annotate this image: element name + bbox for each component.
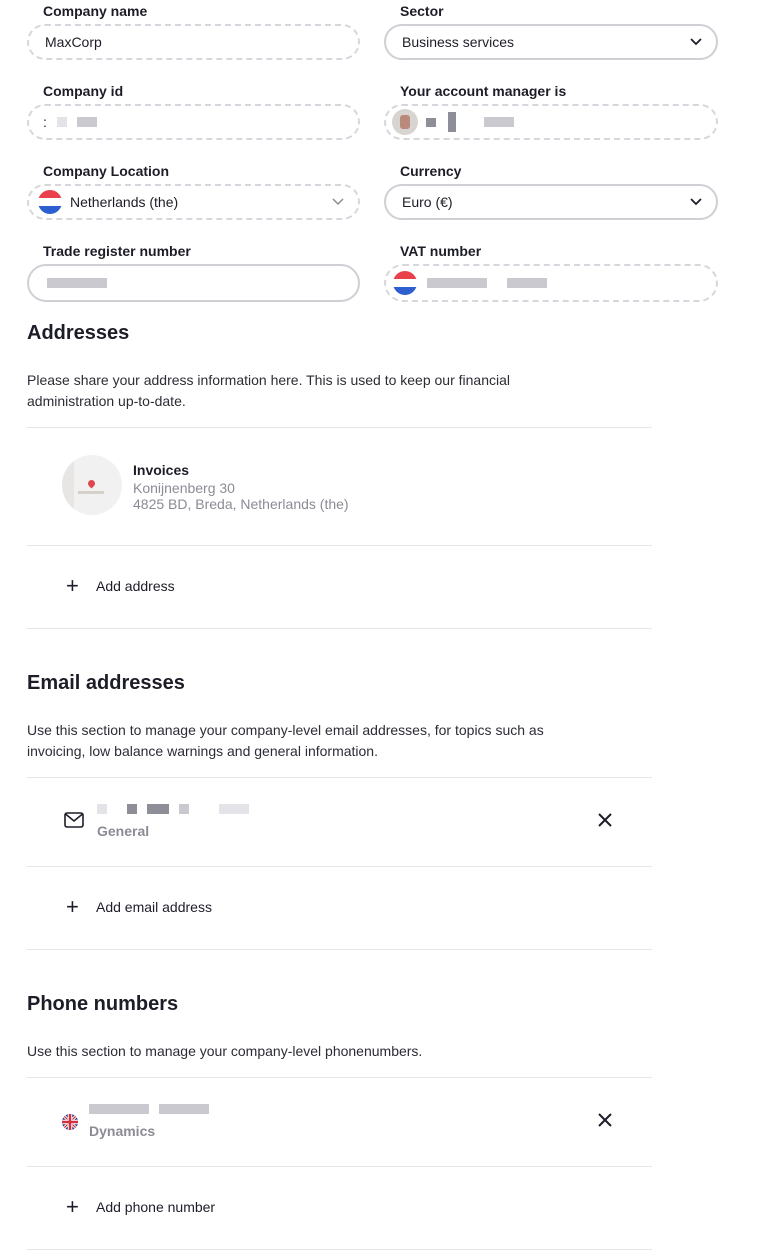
company-id-value: : (43, 114, 47, 130)
phone-numbers-description: Use this section to manage your company-… (27, 1043, 423, 1059)
email-addresses-title: Email addresses (27, 672, 185, 694)
address-line-1: Konijnenberg 30 (133, 480, 235, 496)
company-location-select[interactable]: Netherlands (the) (27, 184, 360, 220)
avatar (392, 109, 418, 135)
map-thumbnail-icon (62, 455, 122, 515)
company-name-label: Company name (43, 3, 148, 19)
close-icon[interactable] (596, 811, 614, 829)
sector-select[interactable]: Business services (384, 24, 718, 60)
netherlands-flag-icon (393, 271, 417, 295)
phone-item: Dynamics (27, 1078, 652, 1166)
add-email-label: Add email address (96, 899, 212, 915)
email-type: General (97, 823, 150, 839)
company-id-label: Company id (43, 83, 124, 99)
redacted-text (484, 117, 514, 127)
plus-icon: + (66, 1194, 79, 1219)
sector-value: Business services (402, 34, 515, 50)
email-addresses-description: Use this section to manage your company-… (27, 722, 544, 759)
redacted-text (448, 112, 456, 132)
divider (27, 545, 652, 546)
mail-icon (64, 812, 84, 828)
plus-icon: + (66, 894, 79, 919)
email-item: General (27, 778, 652, 866)
sector-label: Sector (400, 3, 444, 19)
company-id-field[interactable]: : (27, 104, 360, 140)
redacted-text (427, 278, 487, 288)
chevron-down-icon (690, 38, 702, 46)
address-item[interactable]: Invoices Konijnenberg 30 4825 BD, Breda,… (27, 428, 652, 545)
trade-register-field[interactable] (27, 264, 360, 302)
add-address-button[interactable]: + Add address (66, 573, 175, 598)
redacted-text (47, 278, 107, 288)
vat-number-field[interactable] (384, 264, 718, 302)
chevron-down-icon (690, 198, 702, 206)
phone-numbers-title: Phone numbers (27, 993, 179, 1015)
add-address-label: Add address (96, 578, 175, 594)
netherlands-flag-icon (38, 190, 62, 214)
redacted-text (76, 117, 97, 127)
uk-flag-icon (62, 1114, 78, 1130)
divider (27, 1166, 652, 1167)
phone-type: Dynamics (89, 1123, 156, 1139)
close-icon[interactable] (596, 1111, 614, 1129)
company-location-value: Netherlands (the) (70, 194, 179, 210)
currency-value: Euro (€) (402, 194, 453, 210)
plus-icon: + (66, 573, 79, 598)
company-name-value: MaxCorp (45, 34, 102, 50)
divider (27, 949, 652, 950)
redacted-text (56, 117, 67, 127)
divider (27, 866, 652, 867)
redacted-phone (89, 1104, 209, 1114)
redacted-text (507, 278, 547, 288)
company-location-label: Company Location (43, 163, 170, 179)
address-line-2: 4825 BD, Breda, Netherlands (the) (133, 496, 349, 512)
trade-register-label: Trade register number (43, 243, 191, 259)
currency-label: Currency (400, 163, 462, 179)
redacted-text (426, 117, 436, 127)
divider (27, 1249, 652, 1250)
addresses-title: Addresses (27, 322, 130, 344)
addresses-description: Please share your address information he… (27, 372, 511, 409)
add-email-button[interactable]: + Add email address (66, 894, 212, 919)
chevron-down-icon (332, 198, 344, 206)
add-phone-button[interactable]: + Add phone number (66, 1194, 216, 1219)
account-manager-label: Your account manager is (400, 83, 567, 99)
divider (27, 628, 652, 629)
address-type: Invoices (133, 462, 190, 478)
currency-select[interactable]: Euro (€) (384, 184, 718, 220)
vat-number-label: VAT number (400, 243, 482, 259)
add-phone-label: Add phone number (96, 1199, 216, 1215)
account-manager-field (384, 104, 718, 140)
company-name-field[interactable]: MaxCorp (27, 24, 360, 60)
redacted-email (97, 804, 249, 814)
